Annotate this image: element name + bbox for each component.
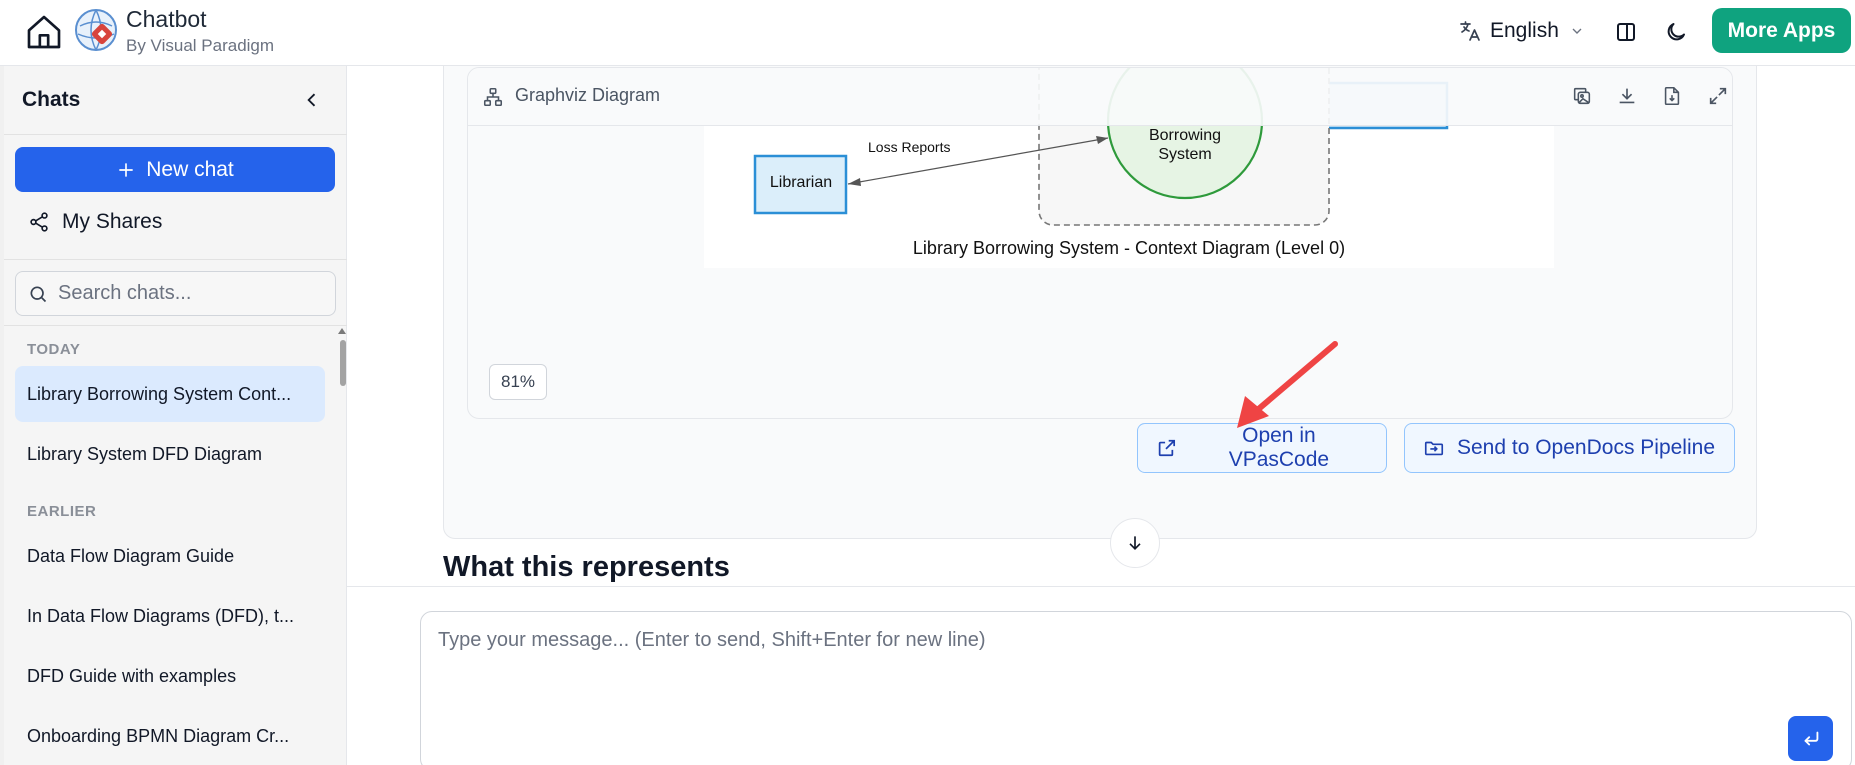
search-chats-input[interactable]: [58, 282, 318, 305]
message-input[interactable]: [438, 629, 1818, 689]
my-shares-link[interactable]: My Shares: [28, 202, 162, 242]
copy-image-button[interactable]: [1569, 83, 1595, 109]
share-icon: [30, 212, 48, 232]
zoom-level-badge[interactable]: 81%: [489, 364, 547, 400]
download-icon: [1619, 88, 1635, 104]
language-selector[interactable]: English: [1458, 16, 1585, 46]
divider: [4, 325, 347, 326]
more-apps-button[interactable]: More Apps: [1712, 8, 1851, 53]
section-label-earlier: EARLIER: [27, 503, 97, 520]
annotation-arrow: [1237, 341, 1338, 428]
new-chat-button[interactable]: New chat: [15, 147, 335, 192]
main-content: Loss Reports Librarian Borrowing System …: [347, 66, 1855, 586]
my-shares-label: My Shares: [62, 210, 163, 233]
moon-icon: [1667, 23, 1685, 41]
scrollbar-up-arrow[interactable]: [338, 328, 346, 334]
home-button[interactable]: [20, 8, 68, 56]
section-heading: What this represents: [443, 551, 730, 583]
diagram-toolbar: Graphviz Diagram: [468, 68, 1732, 126]
send-opendocs-label: Send to OpenDocs Pipeline: [1457, 436, 1715, 459]
plus-icon: [119, 162, 133, 177]
chat-list-item[interactable]: In Data Flow Diagrams (DFD), t...: [15, 588, 325, 644]
divider: [4, 134, 347, 135]
home-icon: [27, 15, 61, 49]
arrow-down-icon: [1129, 536, 1141, 551]
top-header: Chatbot By Visual Paradigm English More …: [0, 0, 1855, 66]
chat-list-item[interactable]: Library Borrowing System Cont...: [15, 366, 325, 422]
sidebar-scrollbar-thumb[interactable]: [340, 340, 346, 386]
collapse-sidebar-button[interactable]: [298, 86, 326, 114]
message-card: Loss Reports Librarian Borrowing System …: [443, 66, 1757, 539]
app-title: Chatbot: [126, 6, 207, 32]
copy-image-icon: [1573, 87, 1591, 105]
send-to-opendocs-button[interactable]: Send to OpenDocs Pipeline: [1404, 423, 1735, 473]
download-button[interactable]: [1614, 83, 1640, 109]
chat-list-item[interactable]: Library System DFD Diagram: [15, 426, 325, 482]
process-label-line1: Borrowing: [1148, 127, 1222, 144]
enter-return-icon: [1804, 731, 1818, 745]
panel-layout-icon: [1617, 23, 1635, 41]
export-file-button[interactable]: [1659, 83, 1685, 109]
section-label-today: TODAY: [27, 341, 81, 358]
chat-list-item[interactable]: DFD Guide with examples: [15, 648, 325, 704]
node-librarian-label: Librarian: [769, 174, 833, 191]
chat-list-item[interactable]: Data Flow Diagram Guide: [15, 528, 325, 584]
search-icon: [30, 286, 47, 302]
divider: [4, 259, 347, 260]
chevron-down-icon: [1572, 28, 1582, 34]
expand-icon: [1709, 87, 1727, 105]
dark-mode-button[interactable]: [1660, 16, 1692, 48]
language-label: English: [1490, 19, 1559, 42]
fullscreen-button[interactable]: [1705, 83, 1731, 109]
diagram-toolbar-title: Graphviz Diagram: [515, 85, 661, 105]
folder-send-icon: [1424, 441, 1444, 456]
chat-sidebar: Chats New chat My Shares TODAY Library B…: [0, 66, 347, 765]
scroll-to-bottom-button[interactable]: [1110, 518, 1160, 568]
chat-list-item[interactable]: Onboarding BPMN Diagram Cr...: [15, 708, 325, 764]
diagram-tree-icon: [483, 87, 503, 107]
translate-icon: [1460, 21, 1480, 41]
visual-paradigm-logo-icon: [75, 9, 117, 51]
app-root: Chatbot By Visual Paradigm English More …: [0, 0, 1855, 765]
new-chat-label: New chat: [146, 157, 234, 181]
sidebar-title: Chats: [22, 88, 81, 111]
composer-area: [347, 586, 1855, 765]
diagram-caption: Library Borrowing System - Context Diagr…: [912, 238, 1346, 258]
process-label-line2: System: [1158, 146, 1212, 163]
chevron-left-icon: [307, 93, 316, 107]
file-download-icon: [1664, 86, 1680, 106]
external-link-icon: [1158, 439, 1176, 457]
search-chats-box: [15, 271, 336, 316]
app-subtitle: By Visual Paradigm: [126, 36, 275, 55]
message-composer: [420, 611, 1852, 765]
edge-label: Loss Reports: [868, 139, 951, 155]
toggle-panel-button[interactable]: [1610, 16, 1642, 48]
send-button[interactable]: [1788, 716, 1833, 761]
graphviz-diagram-panel: Loss Reports Librarian Borrowing System …: [467, 67, 1733, 419]
